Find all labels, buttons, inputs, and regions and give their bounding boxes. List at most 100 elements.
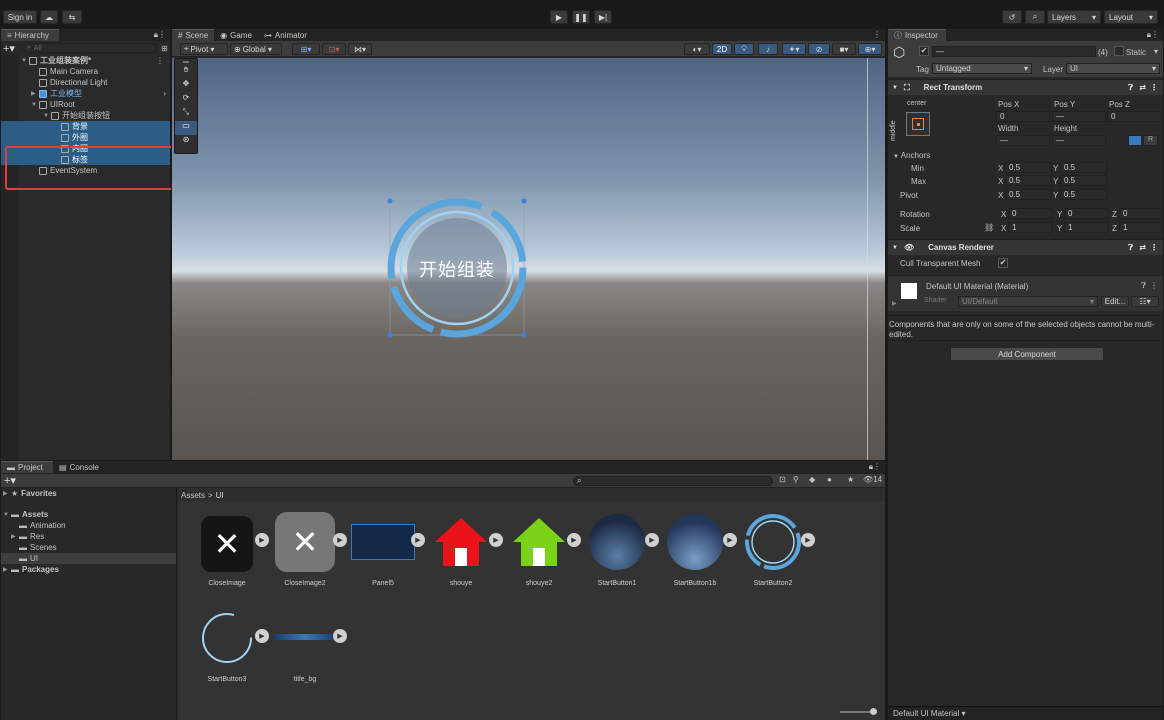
- project-tree-row[interactable]: ▶ ★ Favorites: [1, 488, 176, 499]
- pos-x-field[interactable]: 0: [996, 111, 1050, 122]
- history-icon[interactable]: ↺: [1002, 10, 1022, 24]
- expand-icon[interactable]: ▶: [411, 533, 425, 547]
- scale-x-field[interactable]: 1: [1008, 222, 1052, 233]
- rotation-y-field[interactable]: 0: [1064, 208, 1108, 219]
- hierarchy-row[interactable]: 背景: [1, 121, 170, 132]
- add-icon[interactable]: +▾: [3, 42, 17, 55]
- tab-project[interactable]: ▬ Project: [1, 461, 53, 473]
- search-icon[interactable]: ⌕: [1025, 10, 1045, 24]
- warning-icon[interactable]: ●: [827, 475, 832, 484]
- chevron-down-icon[interactable]: ▼: [31, 102, 39, 108]
- chevron-down-icon[interactable]: ▾: [1154, 47, 1158, 56]
- camera-icon[interactable]: ■▾: [832, 43, 856, 55]
- move-tool-icon[interactable]: ✥: [175, 79, 197, 93]
- hierarchy-row[interactable]: Directional Light: [1, 77, 170, 88]
- pos-z-field[interactable]: 0: [1107, 111, 1161, 122]
- rotation-x-field[interactable]: 0: [1008, 208, 1052, 219]
- hidden-objects-icon[interactable]: ⊘: [808, 43, 830, 55]
- expand-icon[interactable]: ▶: [333, 629, 347, 643]
- hierarchy-row[interactable]: ▼ UIRoot: [1, 99, 170, 110]
- breadcrumb-ui[interactable]: UI: [216, 491, 224, 500]
- static-checkbox[interactable]: [1114, 46, 1124, 56]
- more-icon[interactable]: ⋮: [158, 30, 166, 39]
- search-by-label-icon[interactable]: ⚲: [793, 475, 799, 484]
- chevron-icon[interactable]: ▶: [3, 490, 11, 497]
- asset-item[interactable]: ▶ title_bg: [266, 606, 347, 702]
- zoom-slider-thumb[interactable]: [870, 708, 877, 715]
- asset-item[interactable]: ✕ ▶ CloseImage2: [266, 510, 347, 606]
- help-icon[interactable]: ❓︎: [1128, 243, 1133, 253]
- canvas-renderer-header[interactable]: ▼ 👁︎ Canvas Renderer ❓︎ ⇄ ⋮: [888, 239, 1163, 255]
- tab-inspector[interactable]: ⓘ Inspector: [888, 29, 946, 41]
- search-input[interactable]: ⌕ All: [23, 43, 157, 53]
- expand-icon[interactable]: ▶: [489, 533, 503, 547]
- step-button[interactable]: ▶|: [594, 10, 612, 24]
- hierarchy-row[interactable]: ▶ 工业模型 ›: [1, 88, 170, 99]
- project-tree-row[interactable]: ▶ ▬ Res: [1, 531, 176, 542]
- preset-icon[interactable]: ⇄: [1139, 243, 1146, 252]
- tab-scene[interactable]: # Scene: [172, 29, 215, 41]
- add-component-button[interactable]: Add Component: [950, 347, 1104, 361]
- asset-item[interactable]: ▶ shouye: [422, 510, 503, 606]
- collab-icon[interactable]: ⇆: [62, 10, 82, 24]
- scale-y-field[interactable]: 1: [1064, 222, 1108, 233]
- preset-icon[interactable]: ⇄: [1139, 83, 1146, 92]
- asset-item[interactable]: ▶ shouye2: [500, 510, 581, 606]
- help-icon[interactable]: ❓︎: [1128, 83, 1133, 93]
- height-field[interactable]: —: [1052, 135, 1106, 146]
- pause-button[interactable]: ❚❚: [572, 10, 590, 24]
- anchor-min-y-field[interactable]: 0.5: [1060, 162, 1107, 173]
- hierarchy-row[interactable]: ▼ 工业组装案例* ⋮: [1, 55, 170, 66]
- more-icon[interactable]: ⋮: [1150, 83, 1158, 92]
- hierarchy-row[interactable]: 外圈: [1, 132, 170, 143]
- expand-icon[interactable]: ▶: [255, 533, 269, 547]
- expand-icon[interactable]: ▶: [333, 533, 347, 547]
- more-icon[interactable]: ⋮: [1150, 281, 1158, 290]
- more-icon[interactable]: ⋮: [156, 56, 164, 65]
- layers-dropdown[interactable]: Layers ▾: [1047, 10, 1101, 24]
- tab-game[interactable]: ◉ Game: [214, 29, 258, 41]
- blueprint-mode-button[interactable]: [1128, 135, 1142, 146]
- chevron-down-icon[interactable]: ▶: [31, 90, 39, 97]
- tab-hierarchy[interactable]: ≡ Hierarchy: [1, 29, 59, 41]
- asset-item[interactable]: ▶ StartButton3: [188, 606, 269, 702]
- chevron-icon[interactable]: ▶: [3, 566, 11, 573]
- asset-item[interactable]: ▶ StartButton2: [734, 510, 815, 606]
- chevron-right-icon[interactable]: ▶: [892, 300, 897, 307]
- global-dropdown[interactable]: ⊕ Global ▾: [230, 43, 282, 55]
- visibility-icon[interactable]: 👁︎14: [863, 475, 882, 484]
- project-tree-row[interactable]: ▼ ▬ Assets: [1, 509, 176, 520]
- width-field[interactable]: —: [996, 135, 1050, 146]
- project-tree-row[interactable]: ▶ ▬ Packages: [1, 564, 176, 575]
- hierarchy-row[interactable]: ▼ 开始组装按钮: [1, 110, 170, 121]
- link-icon[interactable]: ⛓︎: [984, 223, 994, 232]
- search-by-type-icon[interactable]: ⊡: [779, 475, 786, 484]
- chevron-down-icon[interactable]: ▼: [21, 58, 29, 64]
- transform-tool-icon[interactable]: ⊛: [175, 135, 197, 149]
- asset-item[interactable]: ▶ StartButton1: [578, 510, 659, 606]
- object-name-field[interactable]: —: [932, 46, 1096, 57]
- favorite-icon[interactable]: ★: [847, 475, 854, 484]
- tag-icon[interactable]: ◆: [809, 475, 815, 484]
- anchor-presets-button[interactable]: [906, 112, 930, 136]
- scene-viewport[interactable]: ▬ ✋︎ ✥ ⟳ ⤡ ▭ ⊛ 开始组装: [172, 58, 885, 460]
- play-button[interactable]: ▶: [550, 10, 568, 24]
- project-search-input[interactable]: ⌕: [573, 476, 773, 486]
- raw-edit-button[interactable]: R: [1143, 135, 1158, 146]
- asset-item[interactable]: ✕ ▶ CloseImage: [188, 510, 269, 606]
- align-button[interactable]: ⋈▾: [348, 43, 372, 55]
- project-tree-row[interactable]: ▬ Animation: [1, 520, 176, 531]
- expand-icon[interactable]: ▶: [801, 533, 815, 547]
- help-icon[interactable]: ❓︎: [1141, 281, 1146, 291]
- asset-item[interactable]: ▶ StartButton1b: [656, 510, 737, 606]
- active-checkbox[interactable]: ✔: [919, 46, 929, 56]
- chevron-icon[interactable]: ▶: [11, 533, 19, 540]
- chevron-right-icon[interactable]: ›: [163, 89, 166, 98]
- cloud-icon[interactable]: ☁: [40, 10, 58, 24]
- more-icon[interactable]: ⋮: [873, 462, 881, 471]
- shading-mode-button[interactable]: ◐▾: [684, 43, 710, 55]
- anchor-max-y-field[interactable]: 0.5: [1060, 175, 1107, 186]
- project-tree-row[interactable]: ▬ UI: [1, 553, 176, 564]
- pivot-y-field[interactable]: 0.5: [1060, 189, 1107, 200]
- anchor-max-x-field[interactable]: 0.5: [1005, 175, 1052, 186]
